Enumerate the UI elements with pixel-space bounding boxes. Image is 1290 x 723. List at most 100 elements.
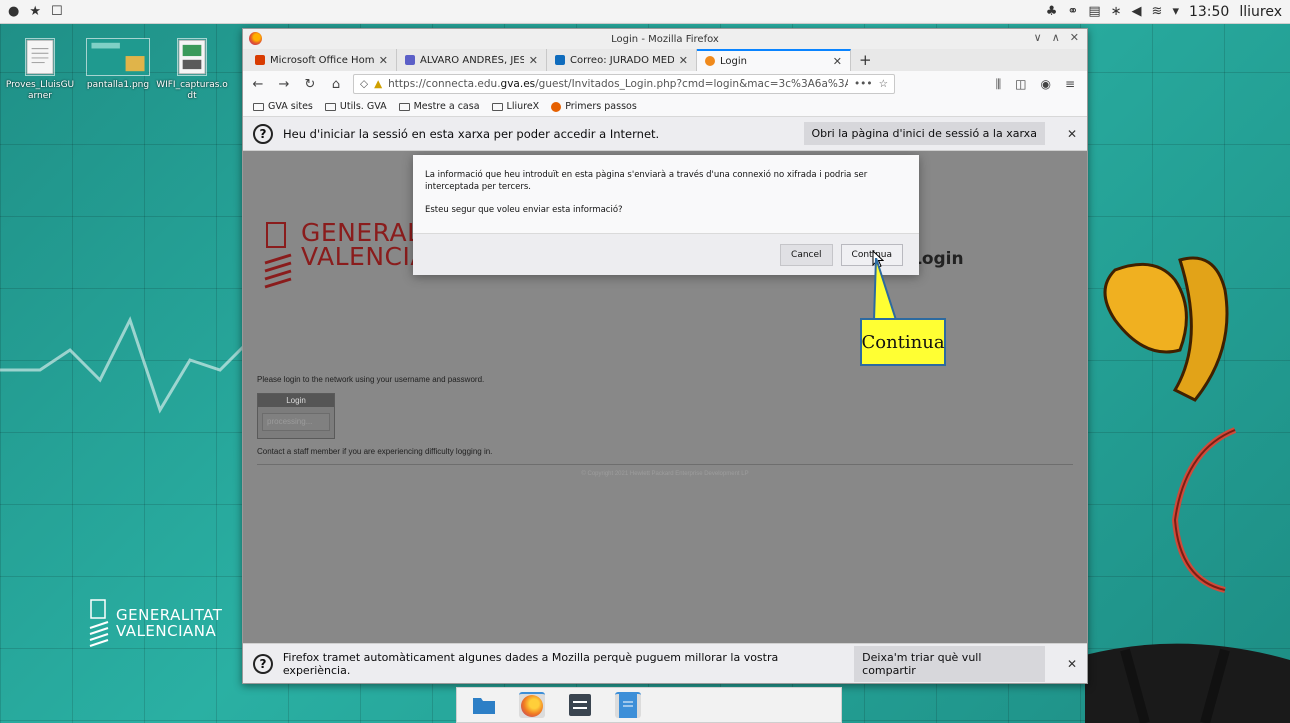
show-desktop-icon[interactable]: ☐ (51, 4, 63, 19)
bookmark-lliurex[interactable]: LliureX (491, 101, 539, 112)
bookmark-mestre-a-casa[interactable]: Mestre a casa (398, 101, 480, 112)
maximize-icon[interactable]: ∧ (1052, 31, 1060, 44)
library-icon[interactable]: ⫼ (996, 77, 1002, 92)
heartbeat-wallpaper-icon (0, 316, 250, 414)
reload-icon[interactable]: ↻ (301, 77, 319, 92)
desktop-logo-line2: VALENCIANA (116, 622, 217, 640)
dialog-message: La informació que heu introduït en esta … (425, 170, 868, 192)
new-tab-button[interactable]: + (851, 49, 880, 71)
bluetooth-icon[interactable]: ∗ (1111, 4, 1122, 19)
favorites-star-icon[interactable]: ★ (29, 4, 41, 19)
question-icon: ? (253, 653, 273, 674)
settings-sliders-icon (569, 694, 591, 716)
tab-outlook-mail[interactable]: Correo: JURADO MEDINA ✕ (547, 49, 697, 71)
desktop-file-label: pantalla1.png (86, 80, 150, 90)
close-icon[interactable]: ✕ (1067, 127, 1077, 141)
firefox-window: Login - Mozilla Firefox ∨ ∧ ✕ Microsoft … (242, 28, 1088, 684)
lliurex-mascot-icon (1085, 256, 1290, 723)
dock-document-viewer[interactable] (615, 692, 641, 718)
user-name[interactable]: lliurex (1239, 4, 1282, 20)
sidebar-icon[interactable]: ◫ (1015, 77, 1026, 92)
folder-icon (473, 698, 495, 714)
hamburger-menu-icon[interactable]: ≡ (1065, 77, 1075, 92)
tab-close-icon[interactable]: ✕ (679, 54, 688, 67)
url-bar[interactable]: ◇ ▲ https://connecta.edu.gva.es/guest/In… (353, 74, 895, 94)
tab-title: Correo: JURADO MEDINA (570, 54, 674, 66)
login-box-title: Login (258, 394, 334, 407)
tab-login[interactable]: Login ✕ (697, 49, 851, 71)
login-instructions: Please login to the network using your u… (257, 375, 485, 384)
data-sharing-notification: ? Firefox tramet automàticament algunes … (243, 643, 1087, 683)
tab-close-icon[interactable]: ✕ (379, 54, 388, 67)
firefox-icon (521, 695, 543, 717)
panel-left-icons: ● ★ ☐ (8, 4, 63, 19)
navigation-toolbar: ← → ↻ ⌂ ◇ ▲ https://connecta.edu.gva.es/… (243, 71, 1087, 97)
folder-icon (253, 102, 264, 111)
panel-tray: ♣ ⚭ ▤ ∗ ◀ ≋ ▾ 13:50 lliurex (1046, 4, 1282, 20)
dock-file-manager[interactable] (471, 692, 497, 718)
page-actions-icon[interactable]: ••• (854, 78, 873, 90)
desktop-generalitat-logo: GENERALITAT VALENCIANA (88, 598, 222, 648)
chevron-down-icon[interactable]: ▾ (1172, 4, 1179, 19)
bookmark-gva-sites[interactable]: GVA sites (253, 101, 313, 112)
close-icon[interactable]: ✕ (1070, 31, 1079, 44)
bookmark-star-icon[interactable]: ☆ (879, 78, 888, 90)
dock-settings[interactable] (567, 692, 593, 718)
network-share-icon[interactable]: ⚭ (1067, 4, 1078, 19)
back-icon[interactable]: ← (249, 77, 267, 92)
login-form-box: Login processing... (257, 393, 335, 439)
data-sharing-message: Firefox tramet automàticament algunes da… (282, 650, 779, 677)
desktop-file-pantalla1[interactable]: pantalla1.png (82, 38, 154, 91)
insecure-form-dialog: La informació que heu introduït en esta … (413, 155, 919, 275)
copyright-text: © Copyright 2021 Hewlett Packard Enterpr… (581, 471, 749, 477)
cancel-button[interactable]: Cancel (780, 243, 833, 266)
open-login-page-button[interactable]: Obri la pàgina d'inici de sessió a la xa… (803, 122, 1045, 145)
annotation-callout: Continua (860, 318, 946, 366)
document-icon (619, 694, 637, 718)
question-icon: ? (253, 123, 273, 144)
desktop-file-proves[interactable]: Proves_LluisGU arner (4, 38, 76, 102)
clock[interactable]: 13:50 (1189, 4, 1229, 20)
wifi-icon[interactable]: ≋ (1152, 4, 1163, 19)
desktop-file-label: Proves_LluisGU arner (5, 80, 75, 101)
tab-close-icon[interactable]: ✕ (529, 54, 538, 67)
tab-close-icon[interactable]: ✕ (833, 55, 842, 68)
bookmark-utils-gva[interactable]: Utils. GVA (324, 101, 387, 112)
forward-icon[interactable]: → (275, 77, 293, 92)
bookmarks-toolbar: GVA sites Utils. GVA Mestre a casa Lliur… (243, 97, 1087, 117)
home-icon[interactable]: ⌂ (327, 77, 345, 92)
volume-icon[interactable]: ◀ (1132, 4, 1142, 19)
firefox-bookmark-icon (551, 101, 562, 112)
captive-portal-notification: ? Heu d'iniciar la sessió en esta xarxa … (243, 117, 1087, 151)
generalitat-emblem-icon (264, 222, 292, 289)
bookmark-primers-passos[interactable]: Primers passos (551, 101, 637, 112)
system-top-panel: ● ★ ☐ ♣ ⚭ ▤ ∗ ◀ ≋ ▾ 13:50 lliurex (0, 0, 1290, 24)
desktop-logo-line1: GENERALITAT (116, 606, 223, 624)
minimize-icon[interactable]: ∨ (1034, 31, 1042, 44)
close-icon[interactable]: ✕ (1067, 657, 1077, 671)
tab-teams[interactable]: ÁLVARO ANDRÉS, JESÚS | ✕ (397, 49, 547, 71)
presentation-file-icon (177, 38, 207, 76)
generalitat-emblem-icon (89, 599, 109, 647)
window-titlebar[interactable]: Login - Mozilla Firefox ∨ ∧ ✕ (243, 29, 1087, 49)
insecure-lock-icon[interactable]: ▲ (374, 78, 382, 90)
choose-what-to-share-button[interactable]: Deixa'm triar què vull compartir (854, 645, 1045, 682)
callout-pointer (872, 258, 898, 321)
extension-icon[interactable]: ◉ (1040, 77, 1050, 92)
desktop-file-wifi-capturas[interactable]: WIFI_capturas.o dt (156, 38, 228, 102)
updates-icon[interactable]: ♣ (1046, 4, 1058, 19)
teams-icon (405, 55, 415, 65)
folder-icon (491, 102, 503, 111)
url-text[interactable]: https://connecta.edu.gva.es/guest/Invita… (388, 78, 848, 90)
clipboard-icon[interactable]: ▤ (1088, 4, 1100, 19)
tracking-shield-icon[interactable]: ◇ (360, 78, 368, 90)
dock-firefox[interactable] (519, 692, 545, 718)
window-controls: ∨ ∧ ✕ (1034, 31, 1079, 44)
page-content: GENERALITAT VALENCIANA Login Please logi… (243, 151, 1087, 643)
login-page-icon (705, 56, 715, 66)
dialog-question: Esteu segur que voleu enviar esta inform… (425, 205, 623, 215)
firefox-logo-icon (249, 32, 262, 45)
tab-office-home[interactable]: Microsoft Office Home ✕ (247, 49, 397, 71)
app-menu-icon[interactable]: ● (8, 4, 19, 19)
processing-field: processing... (262, 413, 330, 431)
